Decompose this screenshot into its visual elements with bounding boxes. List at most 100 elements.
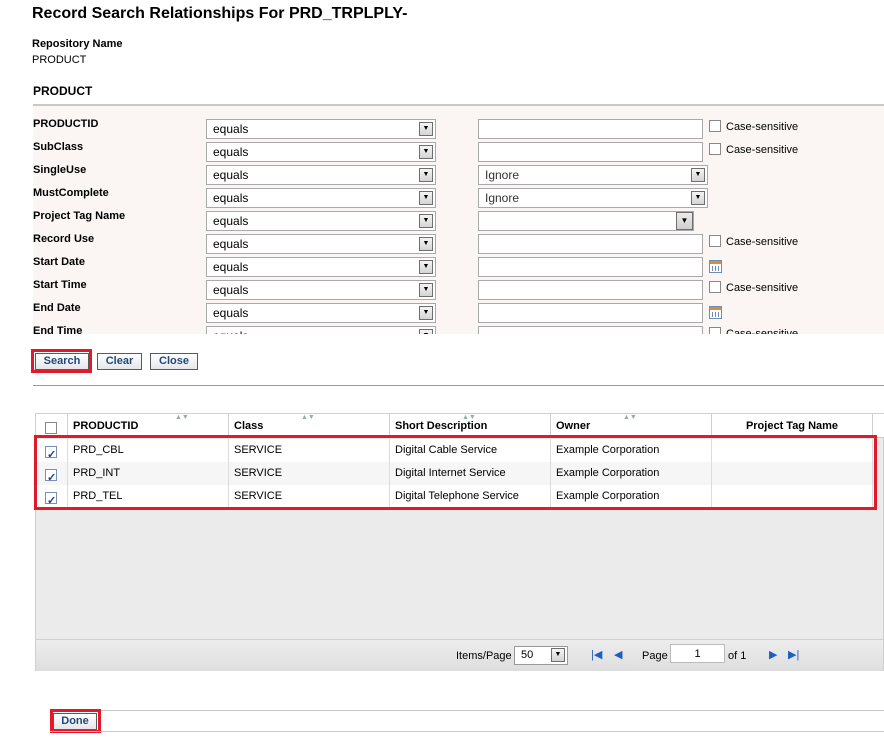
previous-page-icon[interactable]: ◀ — [614, 648, 622, 662]
chevron-down-icon: ▼ — [419, 122, 433, 136]
selected-rows-highlight — [34, 435, 877, 510]
field-label: Start Time — [33, 279, 87, 291]
chevron-down-icon: ▼ — [419, 237, 433, 251]
operator-value: equals — [213, 329, 248, 334]
divider — [33, 385, 884, 386]
first-page-icon[interactable]: |◀ — [591, 648, 602, 662]
case-sensitive-option[interactable]: Case-sensitive — [709, 281, 799, 294]
operator-value: equals — [213, 237, 249, 251]
chevron-down-icon: ▼ — [691, 168, 705, 182]
operator-select[interactable]: equals ▼ — [206, 326, 436, 334]
page-label: Page — [642, 650, 668, 662]
items-per-page-label: Items/Page — [456, 650, 512, 662]
sort-icon: ▲▼ — [462, 414, 476, 421]
case-sensitive-checkbox[interactable] — [709, 281, 721, 294]
case-sensitive-option[interactable]: Case-sensitive — [709, 235, 799, 248]
chevron-down-icon: ▼ — [419, 306, 433, 320]
select-all-checkbox[interactable] — [45, 422, 57, 435]
sort-icon: ▲▼ — [623, 414, 637, 421]
search-button-highlight — [31, 349, 92, 373]
chevron-down-icon: ▼ — [676, 212, 693, 230]
header-productid-label: PRODUCTID — [73, 420, 139, 432]
case-sensitive-option[interactable]: Case-sensitive — [709, 327, 798, 334]
clear-button[interactable]: Clear — [97, 353, 142, 370]
operator-value: equals — [213, 214, 249, 228]
value-input[interactable] — [478, 326, 703, 334]
repository-value: PRODUCT — [32, 54, 87, 66]
operator-select[interactable]: equals ▼ — [206, 257, 436, 277]
value-select-value: Ignore — [485, 191, 520, 205]
page-title: Record Search Relationships For PRD_TRPL… — [32, 5, 408, 22]
operator-select[interactable]: equals ▼ — [206, 303, 436, 323]
value-input[interactable] — [478, 234, 703, 254]
case-sensitive-label: Case-sensitive — [726, 282, 799, 294]
operator-select[interactable]: equals ▼ — [206, 119, 436, 139]
field-label: End Date — [33, 302, 81, 314]
value-select-value: Ignore — [485, 168, 520, 182]
date-input[interactable] — [478, 303, 703, 323]
case-sensitive-checkbox[interactable] — [709, 235, 721, 248]
operator-select[interactable]: equals ▼ — [206, 280, 436, 300]
criteria-row: Start Time equals ▼ Case-sensitive — [33, 279, 884, 302]
value-input[interactable] — [478, 142, 703, 162]
field-label: MustComplete — [33, 187, 109, 199]
last-page-icon[interactable]: ▶| — [788, 648, 799, 662]
case-sensitive-label: Case-sensitive — [726, 121, 799, 133]
criteria-row: Project Tag Name equals ▼ ▼ — [33, 210, 884, 233]
chevron-down-icon: ▼ — [691, 191, 705, 205]
chevron-down-icon: ▼ — [419, 168, 433, 182]
field-label: PRODUCTID — [33, 118, 99, 130]
operator-select[interactable]: equals ▼ — [206, 188, 436, 208]
criteria-row: Start Date equals ▼ — [33, 256, 884, 279]
project-tag-select[interactable]: ▼ — [478, 211, 694, 231]
repository-label: Repository Name — [32, 38, 123, 50]
operator-select[interactable]: equals ▼ — [206, 142, 436, 162]
criteria-row: SubClass equals ▼ Case-sensitive — [33, 141, 884, 164]
chevron-down-icon: ▼ — [419, 329, 433, 334]
chevron-down-icon: ▼ — [419, 145, 433, 159]
chevron-down-icon: ▼ — [419, 260, 433, 274]
case-sensitive-checkbox[interactable] — [709, 327, 721, 334]
operator-value: equals — [213, 283, 249, 297]
case-sensitive-checkbox[interactable] — [709, 143, 721, 156]
calendar-icon[interactable] — [709, 260, 722, 273]
items-per-page-select[interactable]: 50 ▼ — [514, 646, 568, 665]
items-per-page-value: 50 — [521, 649, 534, 661]
operator-value: equals — [213, 260, 249, 274]
header-short-description-label: Short Description — [395, 420, 488, 432]
section-title: PRODUCT — [33, 84, 93, 98]
value-input[interactable] — [478, 280, 703, 300]
operator-value: equals — [213, 145, 249, 159]
value-select[interactable]: Ignore ▼ — [478, 188, 708, 208]
case-sensitive-option[interactable]: Case-sensitive — [709, 143, 799, 156]
field-label: SingleUse — [33, 164, 87, 176]
page-count-label: of 1 — [728, 650, 747, 662]
value-select[interactable]: Ignore ▼ — [478, 165, 708, 185]
divider — [50, 731, 884, 732]
operator-select[interactable]: equals ▼ — [206, 211, 436, 231]
close-button[interactable]: Close — [150, 353, 198, 370]
case-sensitive-option[interactable]: Case-sensitive — [709, 120, 799, 133]
case-sensitive-checkbox[interactable] — [709, 120, 721, 133]
criteria-row: PRODUCTID equals ▼ Case-sensitive — [33, 118, 884, 141]
header-owner-label: Owner — [556, 420, 591, 432]
case-sensitive-label: Case-sensitive — [726, 144, 799, 156]
next-page-icon[interactable]: ▶ — [769, 648, 777, 662]
operator-value: equals — [213, 122, 249, 136]
page-number-input[interactable] — [670, 644, 725, 663]
criteria-row: End Date equals ▼ — [33, 302, 884, 325]
field-label: Start Date — [33, 256, 85, 268]
criteria-row: SingleUse equals ▼ Ignore ▼ — [33, 164, 884, 187]
chevron-down-icon: ▼ — [551, 648, 565, 662]
field-label: Record Use — [33, 233, 95, 245]
value-input[interactable] — [478, 119, 703, 139]
header-project-tag-name-label: Project Tag Name — [745, 420, 839, 432]
operator-select[interactable]: equals ▼ — [206, 234, 436, 254]
header-class-label: Class — [234, 420, 264, 432]
calendar-icon[interactable] — [709, 306, 722, 319]
criteria-row: End Time equals ▼ Case-sensitive — [33, 325, 884, 334]
date-input[interactable] — [478, 257, 703, 277]
case-sensitive-label: Case-sensitive — [726, 236, 799, 248]
divider — [50, 710, 884, 711]
operator-select[interactable]: equals ▼ — [206, 165, 436, 185]
